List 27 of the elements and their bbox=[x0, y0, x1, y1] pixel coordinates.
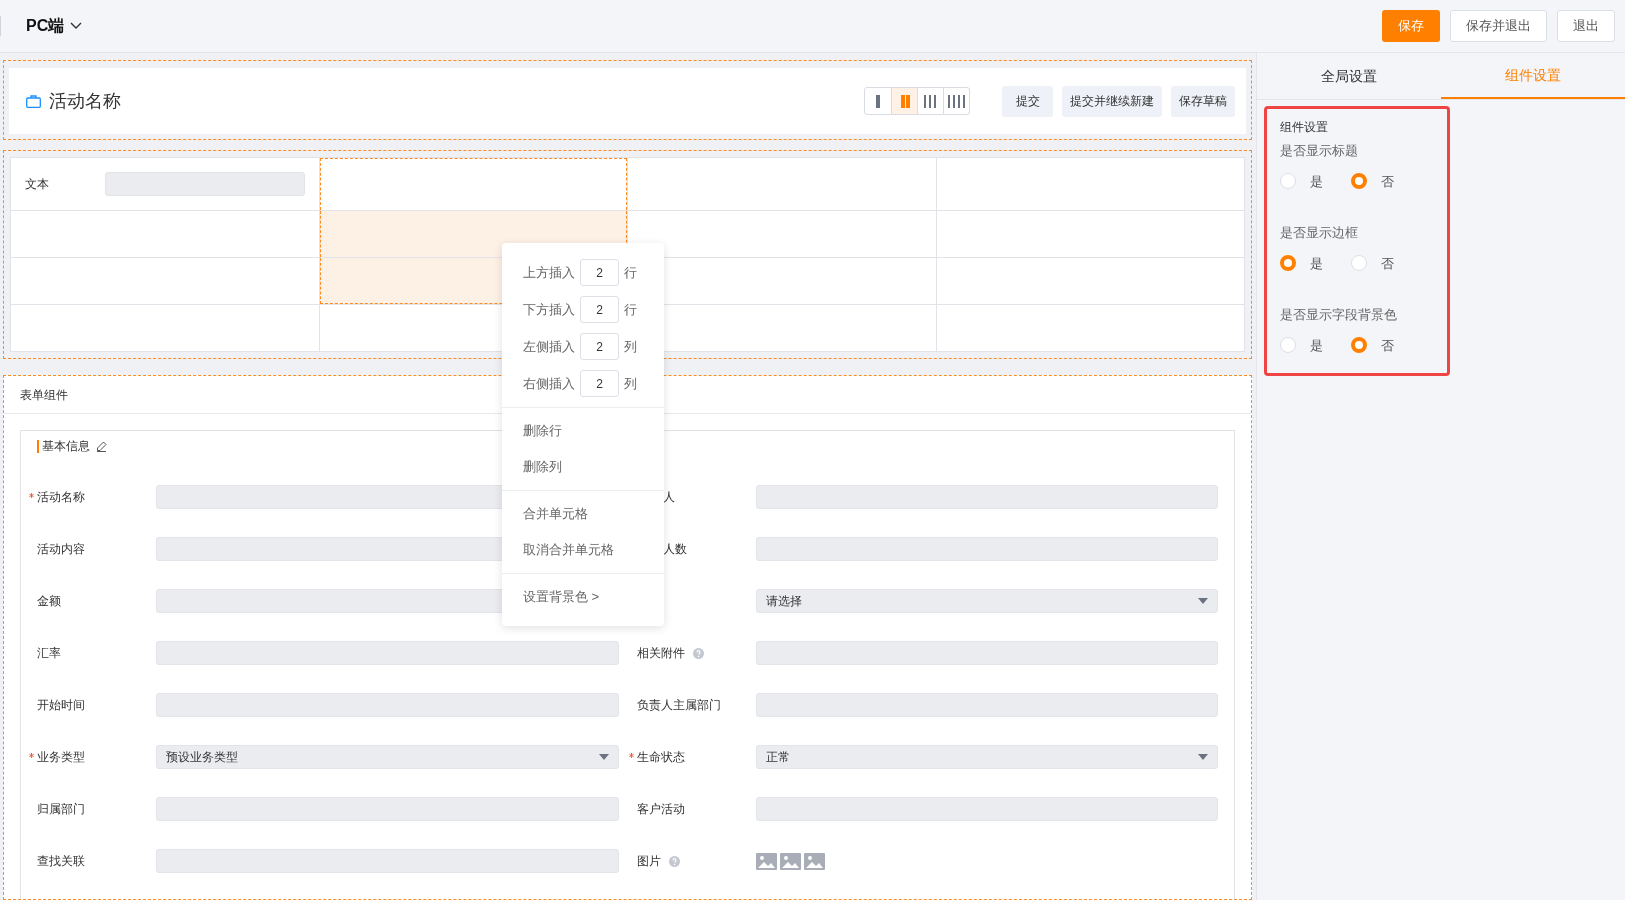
setting-label: 是否显示字段背景色 bbox=[1280, 306, 1398, 324]
field-label: 开始时间 bbox=[37, 697, 85, 714]
field-label: 客户活动 bbox=[636, 801, 685, 818]
field-label: 人数 bbox=[662, 541, 687, 558]
field-label: 金额 bbox=[37, 593, 61, 610]
group-title: 基本信息 bbox=[42, 438, 90, 455]
setting-label: 是否显示边框 bbox=[1280, 224, 1359, 242]
field-label: 业务类型 bbox=[37, 749, 85, 766]
cell-label: 文本 bbox=[25, 176, 50, 193]
field-label: 图片 bbox=[636, 853, 661, 870]
unit-label: 列 bbox=[624, 337, 637, 356]
field-label: 活动名称 bbox=[37, 489, 85, 506]
section-title: 表单组件 bbox=[20, 386, 68, 404]
field-label: 相关附件 bbox=[636, 645, 685, 662]
field-label: 归属部门 bbox=[37, 801, 85, 818]
field-label: 负责人主属部门 bbox=[636, 697, 721, 714]
panel-title: 组件设置 bbox=[1280, 119, 1329, 136]
field-label: 查找关联 bbox=[37, 853, 85, 870]
setting-label: 是否显示标题 bbox=[1280, 142, 1359, 160]
field-label: 人 bbox=[662, 489, 675, 506]
unit-label: 行 bbox=[624, 263, 637, 282]
form-title: 活动名称 bbox=[49, 89, 121, 113]
field-label: 汇率 bbox=[37, 645, 61, 662]
unit-label: 行 bbox=[624, 300, 637, 319]
field-label: 活动内容 bbox=[37, 541, 85, 558]
unit-label: 列 bbox=[624, 374, 637, 393]
field-label: 生命状态 bbox=[636, 749, 685, 766]
